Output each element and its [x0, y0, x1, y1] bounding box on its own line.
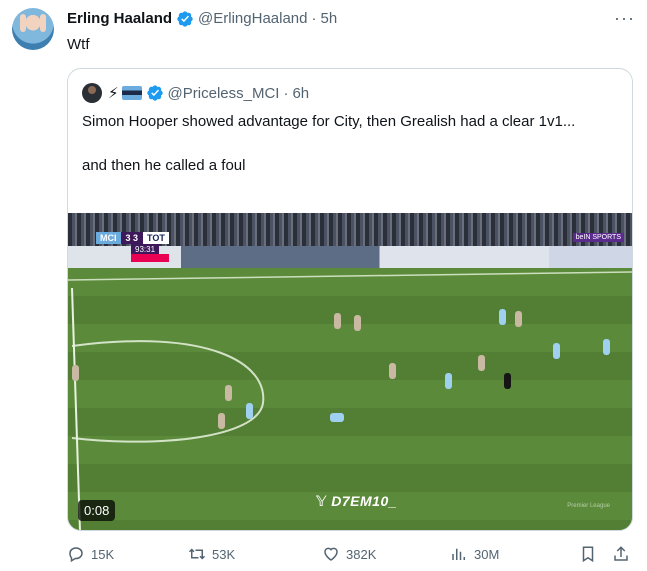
separator-dot: ·	[283, 84, 289, 102]
player	[553, 343, 560, 359]
away-team: TOT	[143, 232, 169, 244]
more-horizontal-icon[interactable]: ···	[614, 8, 635, 29]
quoted-time[interactable]: 6h	[292, 85, 309, 102]
quoted-tweet[interactable]: ⚡ @Priceless_MCI · 6h Simon Hooper showe…	[67, 68, 633, 531]
video-watermark: 𝕐 D7EM10_	[316, 493, 398, 509]
views-button[interactable]: 30M	[450, 543, 499, 565]
player	[478, 355, 485, 371]
tweet-time[interactable]: 5h	[320, 10, 337, 28]
quoted-header: ⚡ @Priceless_MCI · 6h	[82, 83, 309, 103]
reply-icon	[69, 547, 83, 563]
player	[246, 403, 253, 419]
home-team: MCI	[96, 232, 121, 244]
scorebug: MCI 3 3 TOT	[96, 232, 169, 244]
like-count: 382K	[346, 546, 377, 562]
player	[225, 385, 232, 401]
quoted-avatar[interactable]	[82, 83, 102, 103]
player	[218, 413, 225, 429]
player	[389, 363, 396, 379]
player	[445, 373, 452, 389]
bookmark-button[interactable]	[579, 543, 603, 565]
football-pitch	[68, 268, 632, 530]
repost-count: 53K	[212, 546, 236, 562]
action-bar: 15K 53K 382K 30M	[67, 543, 633, 565]
verified-badge-icon	[146, 85, 163, 101]
flag-icon	[121, 86, 142, 100]
player	[354, 315, 361, 331]
heart-icon	[324, 547, 338, 561]
avatar-arm	[40, 14, 46, 32]
verified-badge-icon	[177, 11, 193, 27]
quoted-handle[interactable]: @Priceless_MCI	[168, 85, 280, 102]
pitch-lines	[68, 271, 632, 530]
quoted-paragraph: Simon Hooper showed advantage for City, …	[82, 113, 576, 130]
avatar-arm	[20, 14, 26, 32]
like-button[interactable]: 382K	[322, 543, 376, 565]
bookmark-icon	[582, 546, 594, 563]
share-button[interactable]	[612, 543, 636, 565]
separator-dot: ·	[311, 10, 317, 27]
player	[72, 365, 79, 381]
player-on-ground	[330, 413, 344, 422]
author-name[interactable]: Erling Haaland	[67, 10, 172, 28]
tweet-text: Wtf	[67, 36, 90, 53]
reply-button[interactable]: 15K	[67, 543, 114, 565]
video-player[interactable]: MCI 3 3 TOT 93:31 beIN SPORTS 𝕐 D7EM10_ …	[68, 213, 632, 530]
lightning-emoji: ⚡	[108, 85, 119, 102]
share-icon	[614, 546, 628, 561]
player	[603, 339, 610, 355]
tweet-header: Erling Haaland @ErlingHaaland · 5h	[67, 10, 337, 28]
player	[499, 309, 506, 325]
quoted-text: Simon Hooper showed advantage for City, …	[82, 111, 612, 177]
reply-count: 15K	[91, 546, 115, 562]
player	[515, 311, 522, 327]
added-time-bar	[131, 254, 169, 262]
repost-button[interactable]: 53K	[188, 543, 235, 565]
quoted-paragraph: and then he called a foul	[82, 157, 246, 174]
referee	[504, 373, 511, 389]
score: 3 3	[120, 232, 144, 244]
author-avatar[interactable]	[12, 8, 54, 50]
views-icon	[452, 548, 465, 560]
broadcaster-logo: beIN SPORTS	[572, 233, 624, 242]
premier-league-mark: Premier League	[567, 503, 610, 509]
player	[334, 313, 341, 329]
author-handle[interactable]: @ErlingHaaland	[198, 10, 307, 28]
views-count: 30M	[474, 546, 500, 562]
repost-icon	[188, 548, 206, 560]
video-duration: 0:08	[78, 500, 116, 521]
